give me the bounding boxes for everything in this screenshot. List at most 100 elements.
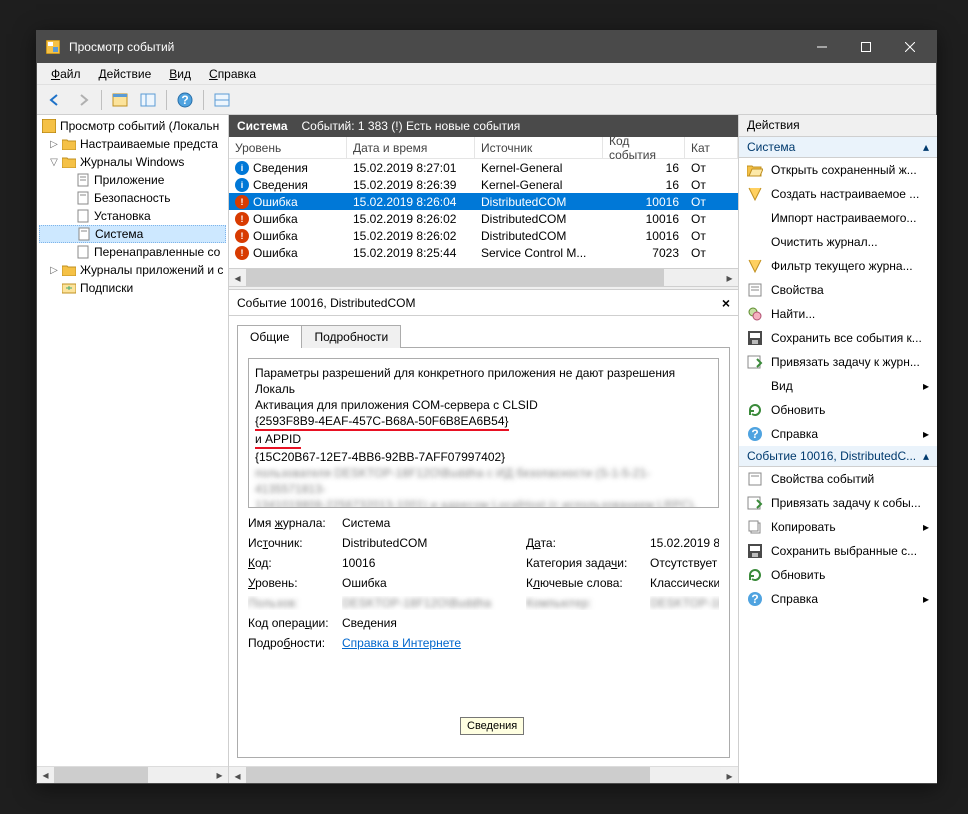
tree-root[interactable]: Просмотр событий (Локальн xyxy=(39,117,226,135)
scrollbar-thumb[interactable] xyxy=(246,767,650,783)
action-item[interactable]: Обновить xyxy=(739,398,937,422)
svg-text:?: ? xyxy=(751,427,758,441)
col-level[interactable]: Уровень xyxy=(229,137,347,158)
action-item[interactable]: Сохранить все события к... xyxy=(739,326,937,350)
event-row[interactable]: !Ошибка15.02.2019 8:26:04DistributedCOM1… xyxy=(229,193,738,210)
collapse-icon[interactable]: ▴ xyxy=(923,140,929,154)
action-item[interactable]: Фильтр текущего журна... xyxy=(739,254,937,278)
show-hide-tree-button[interactable] xyxy=(108,88,132,112)
close-button[interactable] xyxy=(888,32,932,62)
appid-value: {15C20B67-12E7-4BB6-92BB-7AFF07997402} xyxy=(255,449,712,465)
menu-view[interactable]: Вид xyxy=(161,65,199,83)
tree-forwarded[interactable]: Перенаправленные со xyxy=(39,243,226,261)
menu-file[interactable]: Файл xyxy=(43,65,89,83)
tooltip: Сведения xyxy=(460,717,524,735)
event-row[interactable]: iСведения15.02.2019 8:27:01Kernel-Genera… xyxy=(229,159,738,176)
log-header-name: Система xyxy=(237,119,288,133)
window-title: Просмотр событий xyxy=(69,40,800,54)
clsid-value: {2593F8B9-4EAF-457C-B68A-50F6B8EA6B54} xyxy=(255,413,509,431)
tab-general[interactable]: Общие xyxy=(237,325,302,348)
submenu-arrow-icon: ▸ xyxy=(923,520,929,534)
scrollbar-thumb[interactable] xyxy=(54,767,148,784)
action-item[interactable]: Обновить xyxy=(739,563,937,587)
expand-icon[interactable]: ▷ xyxy=(47,139,61,150)
list-hscroll[interactable]: ◂ ▸ xyxy=(229,269,738,286)
log-header-count: Событий: 1 383 (!) Есть новые события xyxy=(302,119,521,133)
action-item[interactable]: Импорт настраиваемого... xyxy=(739,206,937,230)
scroll-left-icon[interactable]: ◂ xyxy=(37,767,54,784)
col-source[interactable]: Источник xyxy=(475,137,603,158)
scrollbar-thumb[interactable] xyxy=(246,269,664,286)
info-icon: i xyxy=(235,178,249,192)
tree-setup[interactable]: Установка xyxy=(39,207,226,225)
event-list[interactable]: iСведения15.02.2019 8:27:01Kernel-Genera… xyxy=(229,159,738,269)
tree-app-services[interactable]: ▷ Журналы приложений и с xyxy=(39,261,226,279)
minimize-button[interactable] xyxy=(800,32,844,62)
eventviewer-icon xyxy=(41,118,57,134)
svg-text:?: ? xyxy=(751,592,758,606)
action-item[interactable]: Найти... xyxy=(739,302,937,326)
tree-windows-logs[interactable]: ▽ Журналы Windows xyxy=(39,153,226,171)
error-icon: ! xyxy=(235,246,249,260)
close-detail-button[interactable]: × xyxy=(722,295,730,311)
scroll-right-icon[interactable]: ▸ xyxy=(211,767,228,784)
action-item[interactable]: Очистить журнал... xyxy=(739,230,937,254)
folder-icon xyxy=(61,262,77,278)
action-item[interactable]: Создать настраиваемое ... xyxy=(739,182,937,206)
tree-system[interactable]: Система xyxy=(39,225,226,243)
action-item[interactable]: Копировать▸ xyxy=(739,515,937,539)
center-pane: Система Событий: 1 383 (!) Есть новые со… xyxy=(229,115,739,783)
tree-hscroll[interactable]: ◂ ▸ xyxy=(37,766,228,783)
tree-application[interactable]: Приложение xyxy=(39,171,226,189)
action-icon xyxy=(747,354,763,370)
help-button[interactable]: ? xyxy=(173,88,197,112)
menu-action[interactable]: Действие xyxy=(91,65,160,83)
action-item[interactable]: Привязать задачу к собы... xyxy=(739,491,937,515)
detail-hscroll[interactable]: ◂ ▸ xyxy=(229,766,738,783)
online-help-link[interactable]: Справка в Интернете xyxy=(342,636,461,650)
event-row[interactable]: !Ошибка15.02.2019 8:26:02DistributedCOM1… xyxy=(229,227,738,244)
maximize-button[interactable] xyxy=(844,32,888,62)
svg-text:?: ? xyxy=(181,93,188,107)
event-row[interactable]: !Ошибка15.02.2019 8:26:02DistributedCOM1… xyxy=(229,210,738,227)
col-cat[interactable]: Кат xyxy=(685,137,738,158)
detail-tabs: Общие Подробности xyxy=(229,316,738,347)
menu-help[interactable]: Справка xyxy=(201,65,264,83)
action-item[interactable]: Открыть сохраненный ж... xyxy=(739,158,937,182)
collapse-icon[interactable]: ▽ xyxy=(47,157,61,168)
action-item[interactable]: ?Справка▸ xyxy=(739,422,937,446)
expand-icon[interactable]: ▷ xyxy=(47,265,61,276)
tab-details[interactable]: Подробности xyxy=(302,325,401,348)
scroll-right-icon[interactable]: ▸ xyxy=(721,767,738,783)
toggle-preview-button[interactable] xyxy=(210,88,234,112)
scroll-left-icon[interactable]: ◂ xyxy=(229,767,246,783)
scroll-right-icon[interactable]: ▸ xyxy=(721,269,738,286)
collapse-icon[interactable]: ▴ xyxy=(923,449,929,463)
tree-security[interactable]: Безопасность xyxy=(39,189,226,207)
col-date[interactable]: Дата и время xyxy=(347,137,475,158)
event-message: Параметры разрешений для конкретного при… xyxy=(248,358,719,508)
back-button[interactable] xyxy=(43,88,67,112)
tree-subscriptions[interactable]: Подписки xyxy=(39,279,226,297)
tree-custom-views[interactable]: ▷ Настраиваемые предста xyxy=(39,135,226,153)
action-item[interactable]: Вид▸ xyxy=(739,374,937,398)
actions-group-event[interactable]: Событие 10016, DistributedC... ▴ xyxy=(739,446,937,467)
forward-button[interactable] xyxy=(71,88,95,112)
actions-group-system[interactable]: Система ▴ xyxy=(739,137,937,158)
action-item[interactable]: Свойства xyxy=(739,278,937,302)
action-icon xyxy=(747,402,763,418)
action-icon xyxy=(747,543,763,559)
action-item[interactable]: Свойства событий xyxy=(739,467,937,491)
action-item[interactable]: Сохранить выбранные с... xyxy=(739,539,937,563)
properties-button[interactable] xyxy=(136,88,160,112)
action-icon xyxy=(747,282,763,298)
action-item[interactable]: Привязать задачу к журн... xyxy=(739,350,937,374)
col-id[interactable]: Код события xyxy=(603,137,685,158)
log-icon xyxy=(75,190,91,206)
event-row[interactable]: !Ошибка15.02.2019 8:25:44Service Control… xyxy=(229,244,738,261)
log-icon xyxy=(76,226,92,242)
action-item[interactable]: ?Справка▸ xyxy=(739,587,937,611)
event-row[interactable]: iСведения15.02.2019 8:26:39Kernel-Genera… xyxy=(229,176,738,193)
scroll-left-icon[interactable]: ◂ xyxy=(229,269,246,286)
action-icon xyxy=(747,378,763,394)
